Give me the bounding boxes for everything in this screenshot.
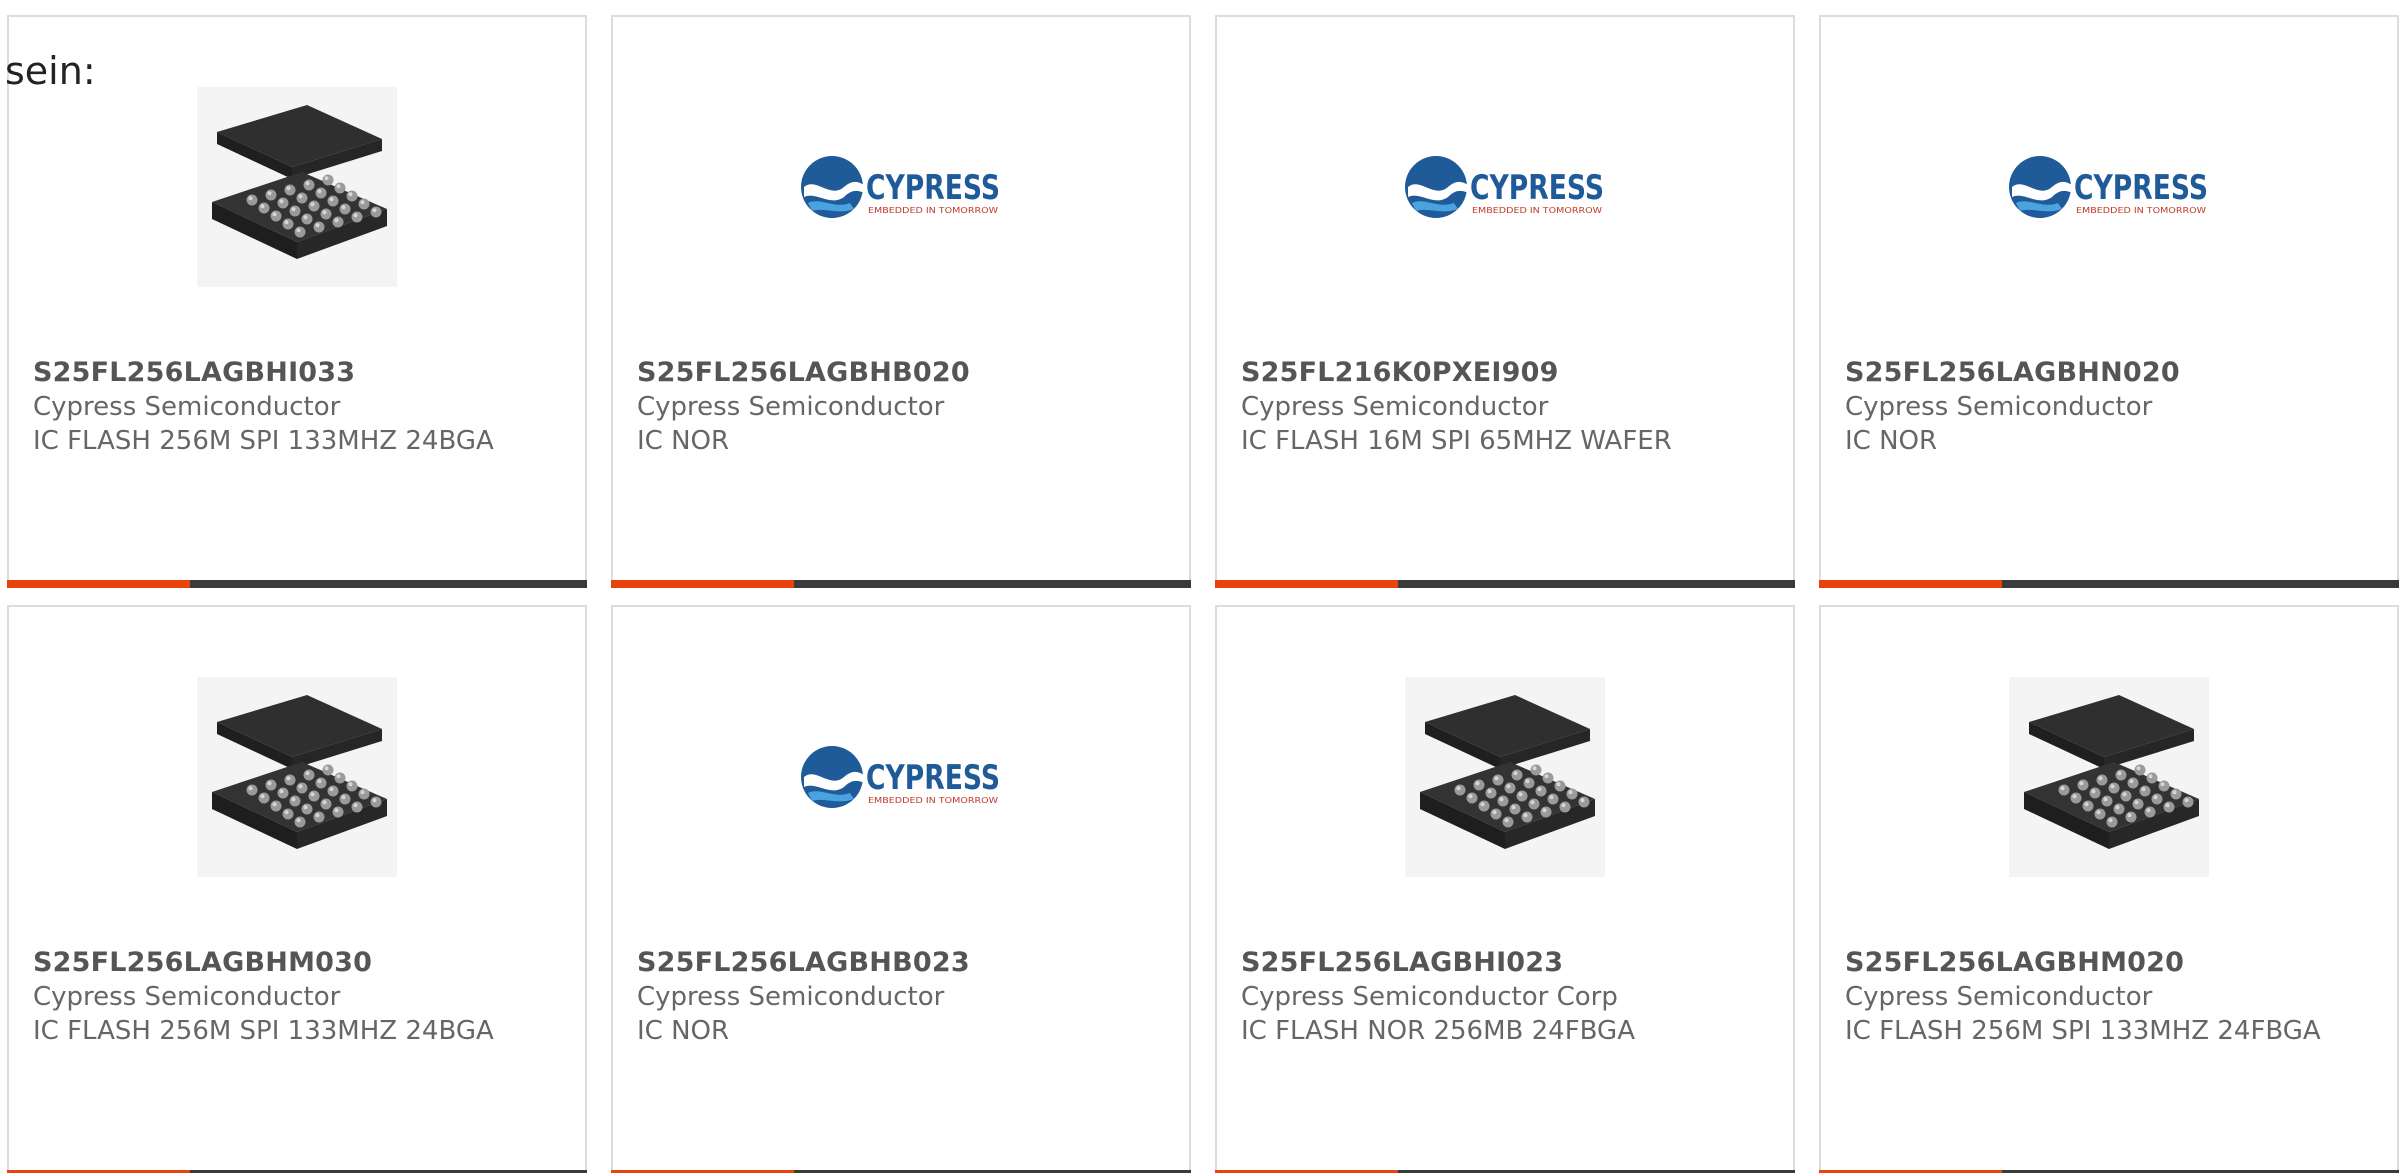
accent-segment [611, 580, 794, 588]
bga-chip-image [1405, 677, 1605, 877]
product-info: S25FL256LAGBHM020 Cypress Semiconductor IC… [1845, 946, 2377, 1048]
svg-text:CYPRESS: CYPRESS [866, 758, 1000, 798]
part-number-link[interactable]: S25FL216K0PXEI909 [1241, 356, 1773, 390]
manufacturer-name: Cypress Semiconductor [637, 982, 945, 1012]
part-number-link[interactable]: S25FL256LAGBHN020 [1845, 356, 2377, 390]
product-image[interactable] [1217, 675, 1793, 879]
prefix-text: sein: [5, 49, 96, 93]
product-image[interactable] [9, 85, 585, 289]
manufacturer-name: Cypress Semiconductor [33, 982, 341, 1012]
card-accent-bar [611, 580, 1191, 588]
product-info: S25FL256LAGBHB023 Cypress Semiconductor IC… [637, 946, 1169, 1048]
svg-text:EMBEDDED IN TOMORROW: EMBEDDED IN TOMORROW [2076, 206, 2207, 215]
product-description: IC FLASH 16M SPI 65MHZ WAFER [1241, 426, 1672, 456]
card-accent-bar [7, 580, 587, 588]
product-description: IC FLASH 256M SPI 133MHZ 24BGA [33, 426, 494, 456]
bar-segment [1398, 580, 1795, 588]
product-description: IC NOR [637, 426, 730, 456]
cypress-logo-icon: CYPRESSEMBEDDED IN TOMORROW [1405, 156, 1604, 218]
manufacturer-name: Cypress Semiconductor [33, 392, 341, 422]
part-number-link[interactable]: S25FL256LAGBHI023 [1241, 946, 1773, 980]
product-image[interactable]: CYPRESS EMBEDDED IN TOMORROW [1821, 85, 2397, 289]
bar-segment [2002, 580, 2399, 588]
cypress-logo-icon: CYPRESSEMBEDDED IN TOMORROW [2009, 156, 2208, 218]
svg-text:EMBEDDED IN TOMORROW: EMBEDDED IN TOMORROW [868, 206, 999, 215]
accent-segment [7, 580, 190, 588]
card-accent-bar [1215, 580, 1795, 588]
product-info: S25FL256LAGBHB020 Cypress Semiconductor IC… [637, 356, 1169, 458]
svg-text:CYPRESS: CYPRESS [866, 168, 1000, 208]
part-number-link[interactable]: S25FL256LAGBHB023 [637, 946, 1169, 980]
product-info: S25FL256LAGBHI033 Cypress Semiconductor IC… [33, 356, 565, 458]
manufacturer-name: Cypress Semiconductor [637, 392, 945, 422]
product-image[interactable]: CYPRESS EMBEDDED IN TOMORROW [613, 675, 1189, 879]
product-card[interactable]: CYPRESS EMBEDDED IN TOMORROW S25FL256LAGBH… [1819, 15, 2399, 588]
bga-chip-image [2009, 677, 2209, 877]
bar-segment [190, 580, 587, 588]
svg-text:EMBEDDED IN TOMORROW: EMBEDDED IN TOMORROW [1472, 206, 1603, 215]
accent-segment [1215, 580, 1398, 588]
bga-chip-image [197, 677, 397, 877]
bar-segment [794, 580, 1191, 588]
product-card[interactable]: S25FL256LAGBHI033 Cypress Semiconductor IC… [7, 15, 587, 588]
product-card[interactable]: S25FL256LAGBHM020 Cypress Semiconductor IC… [1819, 605, 2399, 1173]
svg-text:CYPRESS: CYPRESS [2074, 168, 2208, 208]
product-description: IC NOR [1845, 426, 1938, 456]
page: sein: S25FL256LAGBHI033 Cypress Semicondu… [0, 0, 2400, 1173]
part-number-link[interactable]: S25FL256LAGBHI033 [33, 356, 565, 390]
product-description: IC NOR [637, 1016, 730, 1046]
product-description: IC FLASH NOR 256MB 24FBGA [1241, 1016, 1635, 1046]
accent-segment [1819, 580, 2002, 588]
product-image[interactable] [9, 675, 585, 879]
product-grid: S25FL256LAGBHI033 Cypress Semiconductor IC… [7, 15, 2399, 1173]
svg-text:CYPRESS: CYPRESS [1470, 168, 1604, 208]
card-accent-bar [1819, 580, 2399, 588]
part-number-link[interactable]: S25FL256LAGBHM030 [33, 946, 565, 980]
manufacturer-name: Cypress Semiconductor [1845, 392, 2153, 422]
product-card[interactable]: CYPRESS EMBEDDED IN TOMORROW S25FL256LAGBH… [611, 15, 1191, 588]
product-info: S25FL256LAGBHN020 Cypress Semiconductor IC… [1845, 356, 2377, 458]
product-description: IC FLASH 256M SPI 133MHZ 24FBGA [1845, 1016, 2321, 1046]
cypress-logo-icon: CYPRESSEMBEDDED IN TOMORROW [801, 746, 1000, 808]
manufacturer-name: Cypress Semiconductor [1241, 392, 1549, 422]
product-image[interactable] [1821, 675, 2397, 879]
product-image[interactable]: CYPRESS EMBEDDED IN TOMORROW [1217, 85, 1793, 289]
product-card[interactable]: CYPRESS EMBEDDED IN TOMORROW S25FL216K0PXE… [1215, 15, 1795, 588]
product-card[interactable]: S25FL256LAGBHM030 Cypress Semiconductor IC… [7, 605, 587, 1173]
cypress-logo-icon: CYPRESSEMBEDDED IN TOMORROW [801, 156, 1000, 218]
product-card[interactable]: CYPRESS EMBEDDED IN TOMORROW S25FL256LAGBH… [611, 605, 1191, 1173]
product-description: IC FLASH 256M SPI 133MHZ 24BGA [33, 1016, 494, 1046]
product-info: S25FL216K0PXEI909 Cypress Semiconductor IC… [1241, 356, 1773, 458]
bga-chip-image [197, 87, 397, 287]
product-info: S25FL256LAGBHI023 Cypress Semiconductor C… [1241, 946, 1773, 1048]
manufacturer-name: Cypress Semiconductor Corp [1241, 982, 1618, 1012]
svg-text:EMBEDDED IN TOMORROW: EMBEDDED IN TOMORROW [868, 796, 999, 805]
part-number-link[interactable]: S25FL256LAGBHM020 [1845, 946, 2377, 980]
product-card[interactable]: S25FL256LAGBHI023 Cypress Semiconductor C… [1215, 605, 1795, 1173]
part-number-link[interactable]: S25FL256LAGBHB020 [637, 356, 1169, 390]
product-image[interactable]: CYPRESS EMBEDDED IN TOMORROW [613, 85, 1189, 289]
manufacturer-name: Cypress Semiconductor [1845, 982, 2153, 1012]
product-info: S25FL256LAGBHM030 Cypress Semiconductor IC… [33, 946, 565, 1048]
